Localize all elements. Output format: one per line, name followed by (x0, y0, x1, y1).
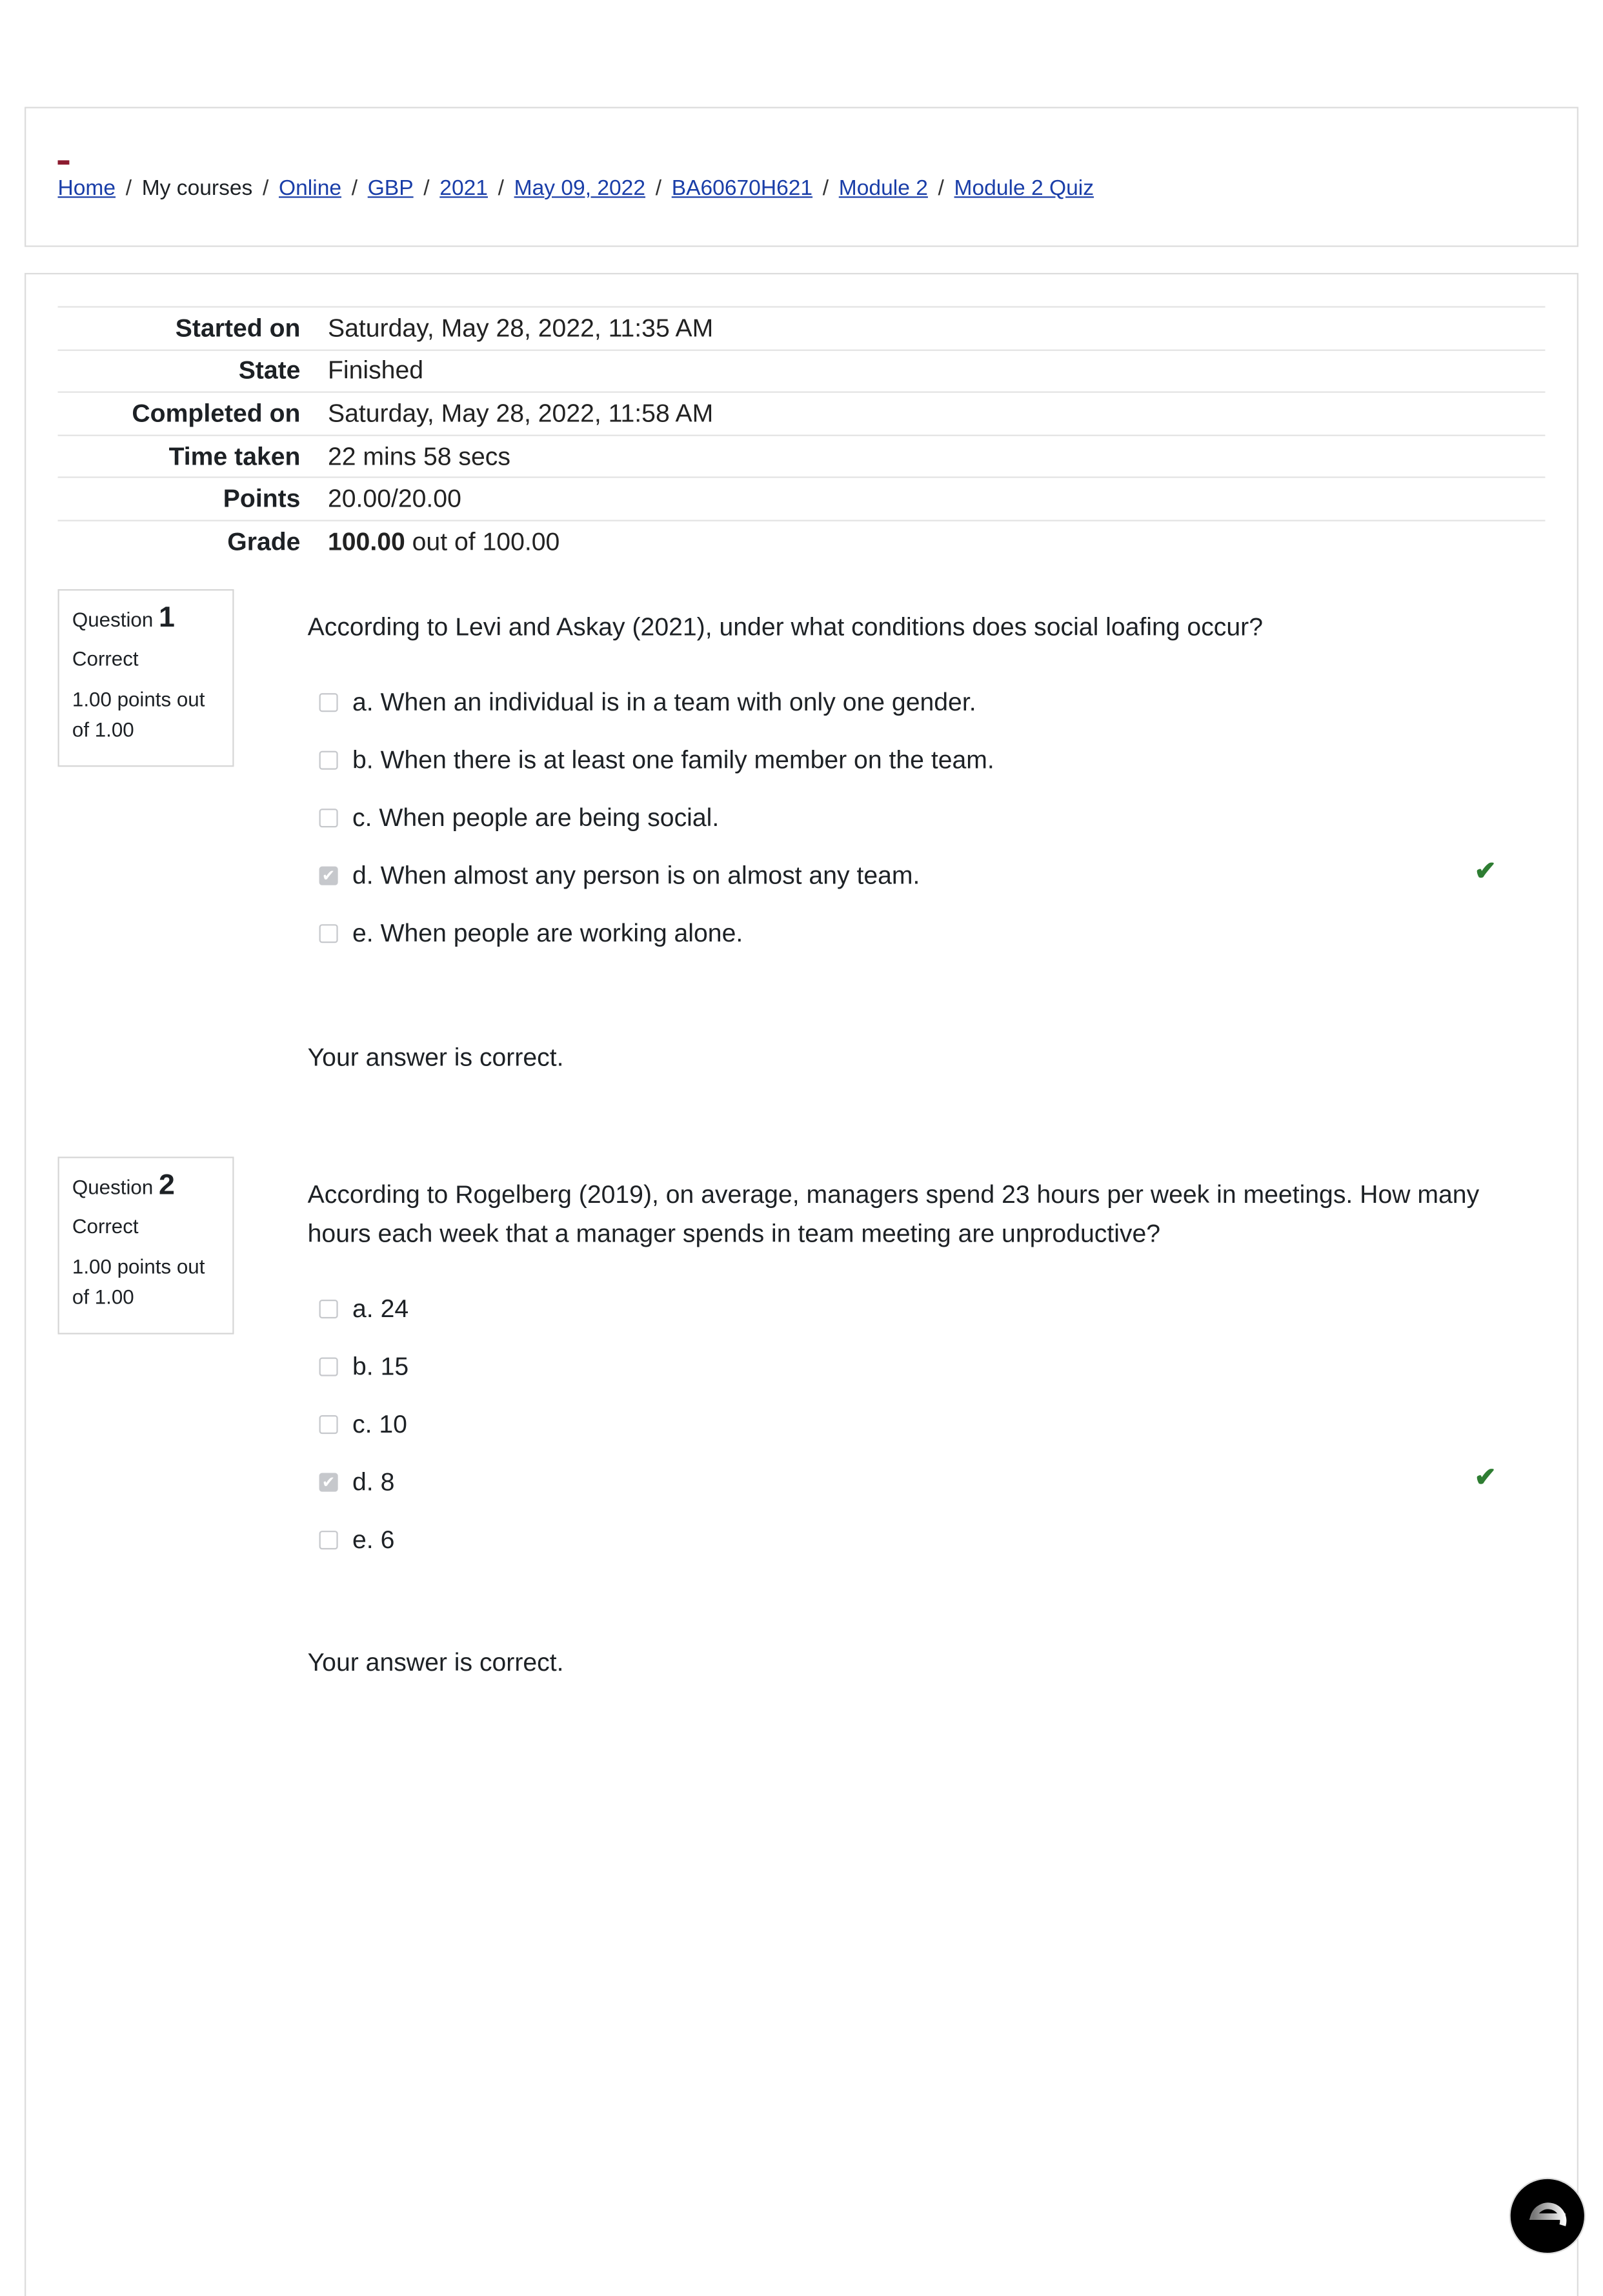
option-text: c. 10 (352, 1409, 407, 1438)
answer-option[interactable]: c. 10 (319, 1409, 407, 1440)
summary-value-text: 20.00/20.00 (327, 484, 461, 513)
checkbox[interactable] (319, 1531, 338, 1550)
question-info-box: Question 2 Correct 1.00 points out of 1.00 (57, 1156, 234, 1334)
breadcrumb-item: My courses (141, 176, 253, 201)
breadcrumb-separator: / (351, 176, 358, 201)
answer-option[interactable]: a. 24 (319, 1294, 409, 1324)
breadcrumb-separator: / (262, 176, 269, 201)
summary-value-text: Finished (327, 356, 424, 385)
checkbox[interactable] (319, 809, 338, 828)
answer-option[interactable]: ✔ d. When almost any person is on almost … (319, 861, 920, 891)
question-label: Question (72, 1175, 154, 1199)
check-icon: ✔ (1474, 856, 1497, 885)
summary-label: Completed on (132, 398, 301, 428)
option-text: e. When people are working alone. (352, 918, 743, 947)
option-text: a. 24 (352, 1294, 409, 1323)
checkbox[interactable] (319, 1357, 338, 1376)
breadcrumb-separator: / (822, 176, 829, 201)
summary-row: Started on Saturday, May 28, 2022, 11:35 … (57, 306, 1546, 348)
quiz-review-card (25, 272, 1578, 2296)
feedback-text: Your answer is correct. (307, 1042, 564, 1072)
grade-bold: 100.00 (327, 527, 405, 556)
summary-label: State (238, 356, 301, 385)
summary-value: 100.00 out of 100.00 (328, 527, 560, 557)
question-text: According to Levi and Askay (2021), unde… (307, 612, 1263, 641)
question-grade: 1.00 points out of 1.00 (72, 687, 205, 741)
option-text: b. When there is at least one family mem… (352, 745, 994, 774)
breadcrumb-item[interactable]: May 09, 2022 (514, 176, 645, 201)
question-number: 1 (159, 602, 175, 634)
checkbox[interactable] (319, 924, 338, 943)
question-label: Question (72, 608, 154, 631)
breadcrumb-item[interactable]: Online (279, 176, 341, 201)
option-text: a. When an individual is in a team with … (352, 687, 976, 716)
option-text: b. 15 (352, 1351, 409, 1381)
answer-option[interactable]: ✔ d. 8 (319, 1467, 395, 1498)
checkbox[interactable] (319, 750, 338, 770)
summary-value: Saturday, May 28, 2022, 11:35 AM (328, 313, 713, 343)
option-text: e. 6 (352, 1525, 395, 1554)
breadcrumb-separator: / (423, 176, 430, 201)
breadcrumb-item[interactable]: BA60670H621 (672, 176, 812, 201)
checkbox[interactable]: ✔ (319, 1473, 338, 1492)
breadcrumb-item[interactable]: Module 2 (839, 176, 928, 201)
summary-value: 20.00/20.00 (328, 484, 461, 514)
summary-label: Started on (175, 313, 301, 342)
brand-mark (57, 160, 70, 165)
question-text: According to Rogelberg (2019), on averag… (307, 1180, 1480, 1248)
question-number: 2 (159, 1169, 175, 1202)
summary-label: Time taken (168, 441, 301, 470)
breadcrumb-item[interactable]: 2021 (439, 176, 488, 201)
summary-row: Time taken 22 mins 58 secs (57, 434, 1546, 477)
breadcrumb-item[interactable]: Module 2 Quiz (954, 176, 1094, 201)
summary-value-text: Saturday, May 28, 2022, 11:35 AM (327, 313, 714, 342)
answer-option[interactable]: a. When an individual is in a team with … (319, 687, 976, 718)
summary-value-text: Saturday, May 28, 2022, 11:58 AM (327, 398, 714, 428)
summary-label: Points (223, 484, 301, 513)
attempt-summary-table: Started on Saturday, May 28, 2022, 11:35 … (57, 306, 1546, 563)
checkbox[interactable] (319, 693, 338, 712)
question-grade: 1.00 points out of 1.00 (72, 1254, 205, 1309)
feedback-text: Your answer is correct. (307, 1647, 564, 1677)
breadcrumb-item[interactable]: Home (58, 176, 116, 201)
summary-row: Grade 100.00 out of 100.00 (57, 519, 1546, 563)
option-text: d. When almost any person is on almost a… (352, 860, 920, 890)
question-state: Correct (72, 1214, 139, 1238)
summary-value: 22 mins 58 secs (328, 441, 510, 472)
question-state: Correct (72, 647, 139, 670)
summary-row: State Finished (57, 348, 1546, 392)
summary-label: Grade (227, 527, 301, 556)
e-logo-icon[interactable] (1509, 2177, 1586, 2255)
breadcrumb-item[interactable]: GBP (368, 176, 414, 201)
summary-row: Points 20.00/20.00 (57, 477, 1546, 519)
answer-option[interactable]: e. When people are working alone. (319, 918, 743, 949)
breadcrumb: Home / My courses / Online / GBP / 2021 / May 09, … (58, 176, 1094, 201)
checkbox[interactable]: ✔ (319, 866, 338, 885)
summary-value: Saturday, May 28, 2022, 11:58 AM (328, 399, 713, 429)
answer-option[interactable]: c. When people are being social. (319, 803, 720, 833)
option-text: d. 8 (352, 1467, 395, 1496)
breadcrumb-separator: / (498, 176, 504, 201)
summary-value-text: out of 100.00 (405, 527, 560, 556)
question-info-box: Question 1 Correct 1.00 points out of 1.00 (57, 589, 234, 767)
answer-option[interactable]: b. When there is at least one family mem… (319, 745, 994, 776)
breadcrumb-separator: / (938, 176, 944, 201)
summary-row: Completed on Saturday, May 28, 2022, 11:5… (57, 391, 1546, 434)
option-text: c. When people are being social. (352, 803, 720, 832)
summary-value: Finished (328, 356, 423, 386)
checkbox[interactable] (319, 1300, 338, 1319)
checkbox[interactable] (319, 1415, 338, 1435)
breadcrumb-separator: / (125, 176, 132, 201)
answer-option[interactable]: e. 6 (319, 1525, 395, 1555)
breadcrumb-separator: / (655, 176, 662, 201)
check-icon: ✔ (1474, 1462, 1497, 1492)
summary-value-text: 22 mins 58 secs (327, 441, 510, 470)
answer-option[interactable]: b. 15 (319, 1351, 409, 1382)
